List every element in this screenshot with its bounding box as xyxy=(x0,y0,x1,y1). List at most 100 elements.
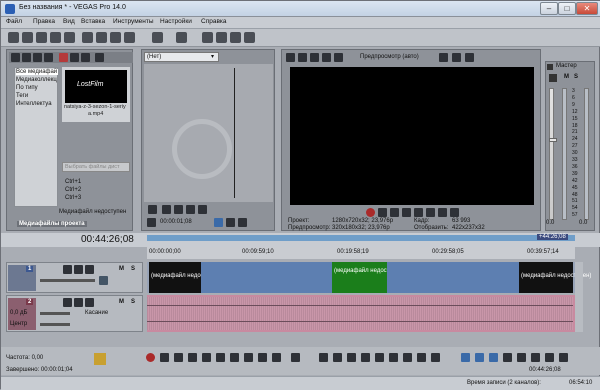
redo-icon[interactable] xyxy=(176,32,187,43)
new-project-icon[interactable] xyxy=(8,32,19,43)
master-solo-button[interactable]: S xyxy=(574,74,578,80)
split-icon[interactable] xyxy=(361,353,370,362)
category-item[interactable]: По типу xyxy=(16,85,38,91)
master-fx-icon[interactable] xyxy=(547,64,553,70)
automation-mode[interactable]: Касание xyxy=(85,310,108,316)
web-icon[interactable] xyxy=(44,53,53,62)
auto-ripple-icon[interactable] xyxy=(431,353,440,362)
play-from-start-icon[interactable] xyxy=(174,353,183,362)
video-track-header[interactable]: 1 M S xyxy=(6,262,143,293)
master-mute-button[interactable]: M xyxy=(564,74,569,80)
minimize-button[interactable]: – xyxy=(540,2,558,15)
play-icon[interactable] xyxy=(174,205,183,214)
crossfade-icon[interactable] xyxy=(489,353,498,362)
remove-media-icon[interactable] xyxy=(59,53,68,62)
track-level-slider[interactable] xyxy=(40,279,95,282)
tab-project-media[interactable]: Медиафайлы проекта xyxy=(17,221,87,227)
play-from-start-icon[interactable] xyxy=(390,208,399,217)
track-mute-button[interactable]: M xyxy=(119,299,124,305)
envelope-tool-icon[interactable] xyxy=(216,32,227,43)
rate-slider-icon[interactable] xyxy=(94,353,106,365)
properties-icon[interactable] xyxy=(64,32,75,43)
video-clip[interactable] xyxy=(387,262,519,293)
split-screen-icon[interactable] xyxy=(310,53,319,62)
track-menu-icon[interactable] xyxy=(99,276,108,285)
loop-icon[interactable] xyxy=(148,205,157,214)
master-fader-left[interactable] xyxy=(549,88,554,220)
loop-playback-icon[interactable] xyxy=(378,208,387,217)
loop-region-bar[interactable] xyxy=(147,235,575,241)
category-item[interactable]: Интеллектуа xyxy=(16,101,52,107)
play-from-start-icon[interactable] xyxy=(162,205,171,214)
paste-icon[interactable] xyxy=(110,32,121,43)
track-fx-icon[interactable] xyxy=(63,298,72,307)
regions-icon[interactable] xyxy=(545,353,554,362)
audio-pan-slider[interactable] xyxy=(40,323,70,326)
track-arm-icon[interactable] xyxy=(74,298,83,307)
audio-waveform[interactable] xyxy=(147,297,573,330)
auto-crossfade-icon[interactable] xyxy=(475,353,484,362)
prev-frame-icon[interactable] xyxy=(258,353,267,362)
cut-icon[interactable] xyxy=(82,32,93,43)
copy-icon[interactable] xyxy=(96,32,107,43)
get-media-icon[interactable] xyxy=(33,53,42,62)
go-to-start-icon[interactable] xyxy=(230,353,239,362)
media-fx-icon[interactable] xyxy=(70,53,79,62)
play-icon[interactable] xyxy=(188,353,197,362)
preview-settings-icon[interactable] xyxy=(334,53,343,62)
menu-settings[interactable]: Настройки xyxy=(160,18,192,25)
capture-icon[interactable] xyxy=(22,53,31,62)
grid-icon[interactable] xyxy=(517,353,526,362)
play-icon[interactable] xyxy=(402,208,411,217)
snapshot-icon[interactable] xyxy=(226,218,235,227)
next-frame-icon[interactable] xyxy=(272,353,281,362)
video-clip-offline[interactable]: (медиафайл недоступен) xyxy=(149,262,221,293)
menu-edit[interactable]: Правка xyxy=(33,18,55,25)
pause-icon[interactable] xyxy=(202,353,211,362)
audio-volume-slider[interactable] xyxy=(40,312,70,315)
pause-icon[interactable] xyxy=(186,205,195,214)
timeline-vertical-scrollbar[interactable] xyxy=(575,262,583,332)
category-item[interactable]: Все медиафай xyxy=(16,69,58,75)
loop-playback-icon[interactable] xyxy=(160,353,169,362)
track-fx-icon[interactable] xyxy=(63,265,72,274)
track-solo-button[interactable]: S xyxy=(131,299,135,305)
go-to-end-icon[interactable] xyxy=(244,353,253,362)
render-icon[interactable] xyxy=(50,32,61,43)
next-frame-icon[interactable] xyxy=(450,208,459,217)
copy-snapshot-icon[interactable] xyxy=(439,53,448,62)
menu-insert[interactable]: Вставка xyxy=(81,18,105,25)
stop-icon[interactable] xyxy=(216,353,225,362)
select-distribution-files-button[interactable]: Выбрать файлы дист xyxy=(62,162,130,172)
selection-tool-icon[interactable] xyxy=(230,32,241,43)
media-play-icon[interactable] xyxy=(95,53,104,62)
envelope-tool-icon[interactable] xyxy=(319,353,328,362)
save-icon[interactable] xyxy=(36,32,47,43)
save-snapshot-icon[interactable] xyxy=(452,53,461,62)
track-solo-button[interactable]: S xyxy=(131,266,135,272)
audio-track-lane[interactable] xyxy=(147,295,575,332)
preview-quality-dropdown[interactable]: Предпросмотр (авто) xyxy=(360,54,419,60)
open-icon[interactable] xyxy=(22,32,33,43)
maximize-button[interactable]: □ xyxy=(558,2,576,15)
video-track-lane[interactable]: (медиафайл недоступен) (медиафайл недост… xyxy=(147,262,591,293)
video-clip[interactable] xyxy=(201,262,332,293)
trim-start-icon[interactable] xyxy=(375,353,384,362)
loop-small-icon[interactable] xyxy=(147,218,156,227)
undo-icon[interactable] xyxy=(152,32,163,43)
ignore-grouping-icon[interactable] xyxy=(417,353,426,362)
menu-help[interactable]: Справка xyxy=(201,18,227,25)
trimmer-dropdown[interactable]: (Нет) ▾ xyxy=(144,52,219,62)
edit-tool-icon[interactable] xyxy=(202,32,213,43)
track-lock-icon[interactable] xyxy=(85,298,94,307)
import-media-icon[interactable] xyxy=(11,53,20,62)
pause-icon[interactable] xyxy=(414,208,423,217)
media-properties-icon[interactable] xyxy=(81,53,90,62)
track-mute-button[interactable]: M xyxy=(119,266,124,272)
time-ruler[interactable]: 00:00:00;00 00:09:59;10 00:19:58;19 00:2… xyxy=(147,247,575,259)
stop-icon[interactable] xyxy=(198,205,207,214)
zoom-tool-icon[interactable] xyxy=(347,353,356,362)
master-settings-icon[interactable] xyxy=(549,74,557,82)
record-icon[interactable] xyxy=(146,353,155,362)
stop-icon[interactable] xyxy=(426,208,435,217)
